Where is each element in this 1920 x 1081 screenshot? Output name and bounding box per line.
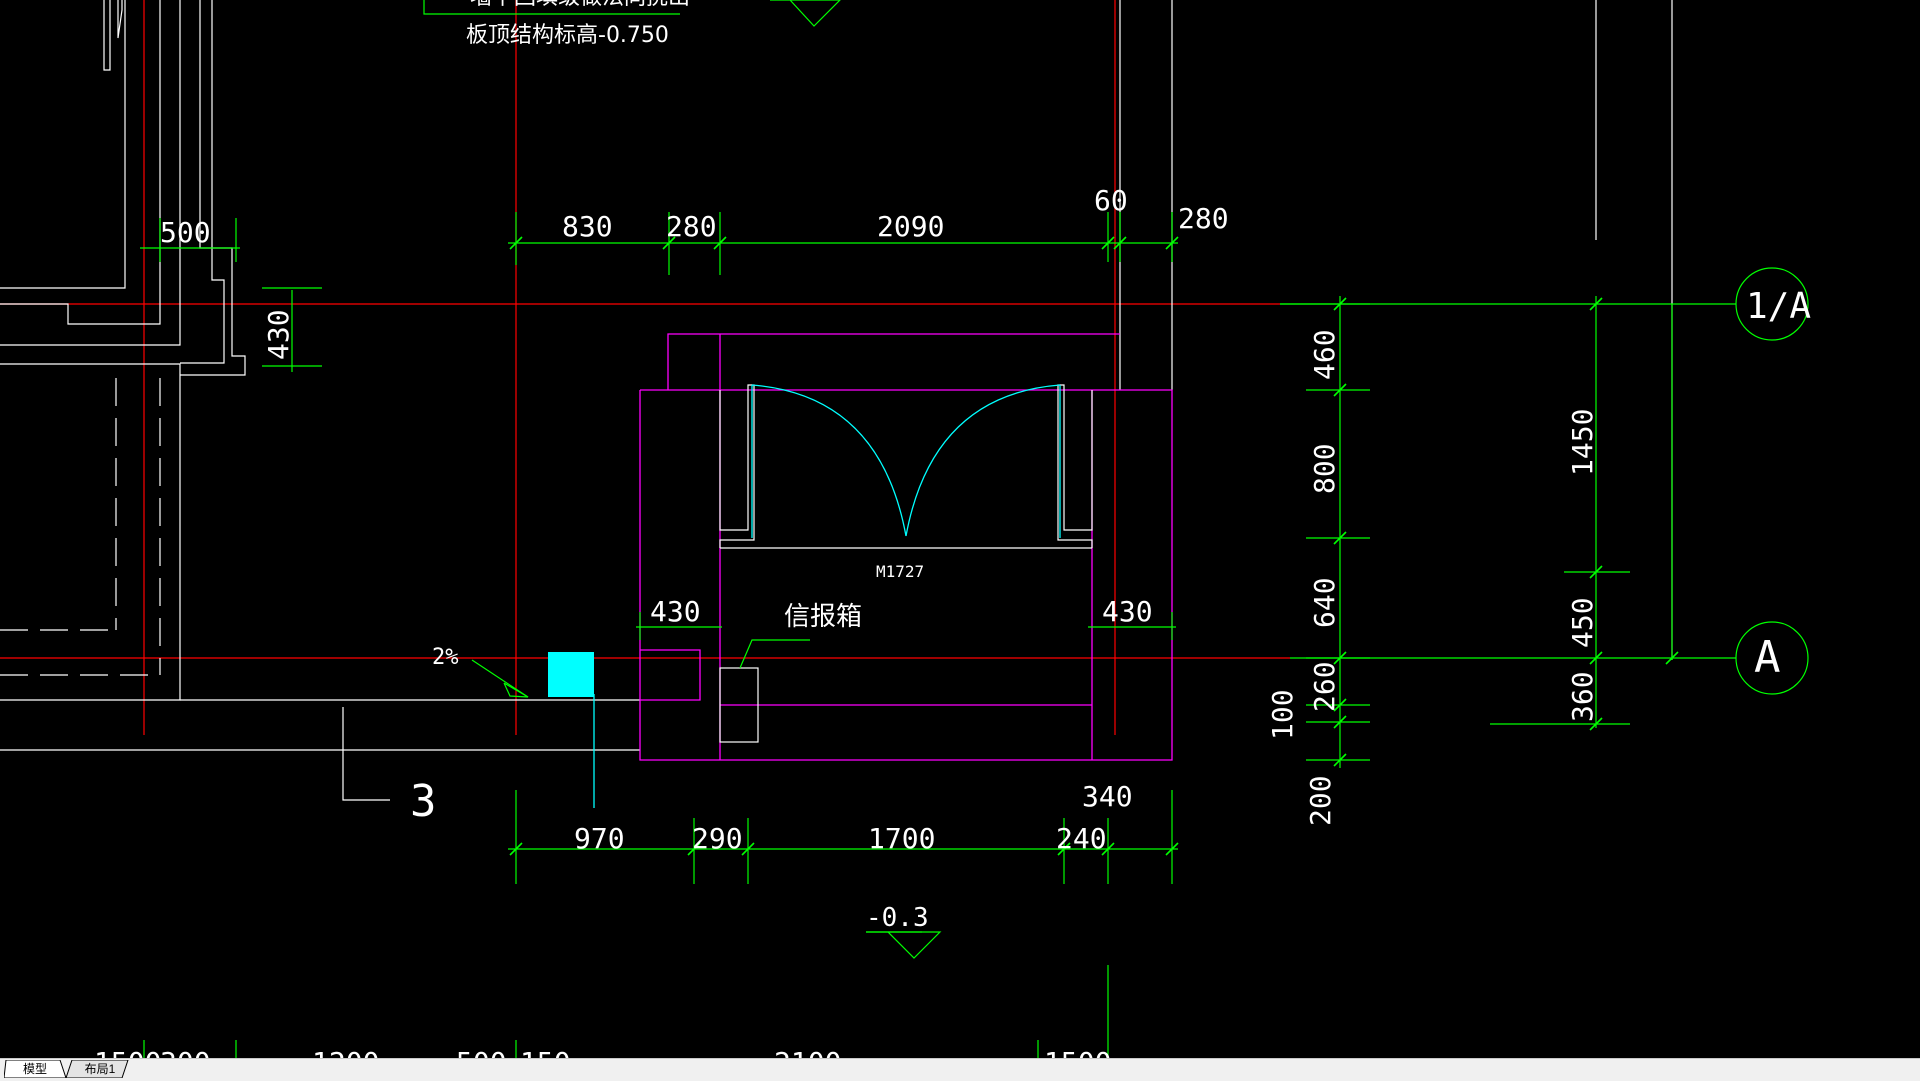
- dim-cut-3: 1200: [312, 1046, 379, 1058]
- note-top: 墙下回填级做法同挑出: [470, 0, 690, 10]
- axis-lines: [0, 0, 1290, 735]
- dim-top-60: 60: [1094, 184, 1128, 217]
- tab-layout1[interactable]: 布局1: [66, 1060, 134, 1078]
- dim-right2-1450: 1450: [1566, 409, 1599, 476]
- cad-drawing-canvas[interactable]: 墙下回填级做法同挑出 板顶结构标高-0.750 830 280 2090 60 …: [0, 0, 1920, 1058]
- dim-top-280b: 280: [1178, 202, 1229, 235]
- drawing-text: 墙下回填级做法同挑出 板顶结构标高-0.750 830 280 2090 60 …: [94, 0, 1811, 1058]
- tab-model[interactable]: 模型: [4, 1060, 66, 1078]
- dim-bottom-290: 290: [692, 822, 743, 855]
- dim-cut-6: 2100: [774, 1046, 841, 1058]
- section-label: 3: [410, 776, 437, 827]
- dim-right-800: 800: [1308, 443, 1341, 494]
- dim-bottom-340: 340: [1082, 780, 1133, 813]
- wall-stub: [103, 0, 111, 71]
- dimension-lines: [140, 0, 1809, 1058]
- door-tag: M1727: [876, 562, 924, 581]
- dim-cut-5: 150: [520, 1046, 571, 1058]
- dim-top-280: 280: [666, 210, 717, 243]
- dim-top-2090: 2090: [877, 210, 944, 243]
- dim-right-200: 200: [1304, 775, 1337, 826]
- drawing-viewport[interactable]: 墙下回填级做法同挑出 板顶结构标高-0.750 830 280 2090 60 …: [0, 0, 1920, 1058]
- dim-bottom-240: 240: [1056, 822, 1107, 855]
- dim-bottom-1700: 1700: [868, 822, 935, 855]
- wall-stub-2: [117, 0, 123, 39]
- dim-500: 500: [160, 216, 211, 249]
- layout-tab-bar: 模型 布局1: [0, 1058, 1920, 1081]
- mailbox-label: 信报箱: [784, 602, 862, 632]
- tab-model-label: 模型: [22, 1062, 47, 1076]
- dim-cut-1: 1500: [94, 1046, 161, 1058]
- slope-label: 2%: [432, 645, 459, 670]
- drain-highlight: [548, 652, 594, 697]
- dim-right-260: 260: [1308, 661, 1341, 712]
- dim-right-460: 460: [1308, 329, 1341, 380]
- slab-note: 板顶结构标高-0.750: [466, 23, 669, 48]
- wall-lines-left: [0, 0, 640, 751]
- dim-cut-7: 1500: [1044, 1046, 1111, 1058]
- dim-top-830: 830: [562, 210, 613, 243]
- level-label: -0.3: [866, 903, 929, 933]
- dim-430-left: 430: [262, 309, 295, 360]
- dim-bottom-970: 970: [574, 822, 625, 855]
- dim-430-inner-right: 430: [1102, 595, 1153, 628]
- tab-layout1-label: 布局1: [84, 1062, 116, 1076]
- grid-label-1A: 1/A: [1746, 286, 1811, 327]
- wall-lines-right: [1119, 0, 1673, 660]
- door-swing-right: [905, 384, 1061, 537]
- door-swing-left: [751, 384, 907, 537]
- grid-label-A: A: [1754, 632, 1781, 683]
- dim-cut-2: 300: [160, 1046, 211, 1058]
- dim-right2-450: 450: [1566, 597, 1599, 648]
- dashed-wall-lines: [0, 378, 161, 676]
- dim-right-100: 100: [1266, 689, 1299, 740]
- dim-cut-4: 500: [456, 1046, 507, 1058]
- dim-right-640: 640: [1308, 577, 1341, 628]
- section-mark-line: [342, 707, 390, 801]
- dim-430-inner-left: 430: [650, 595, 701, 628]
- dim-right2-360: 360: [1566, 671, 1599, 722]
